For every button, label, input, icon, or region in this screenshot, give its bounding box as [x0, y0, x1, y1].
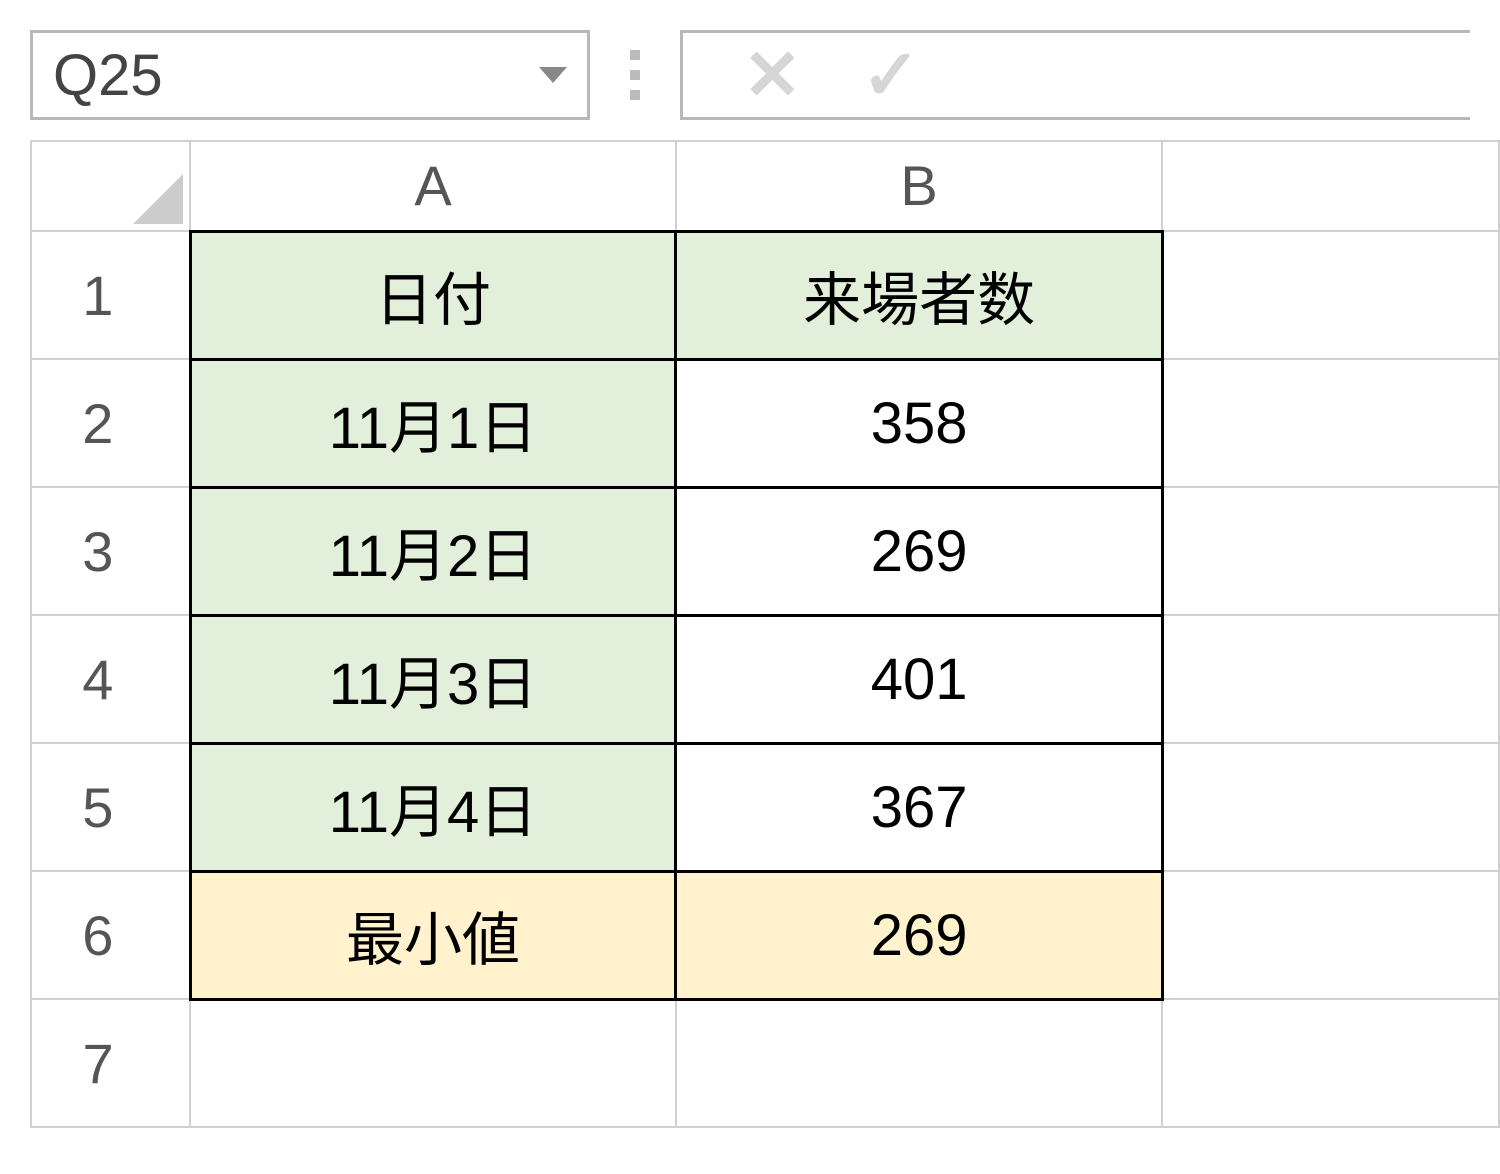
cell-A6[interactable]: 最小値 [190, 871, 676, 999]
select-all-button[interactable] [31, 141, 190, 231]
row-header-7[interactable]: 7 [31, 999, 190, 1127]
cell-C5[interactable] [1162, 743, 1499, 871]
cell-B6[interactable]: 269 [676, 871, 1162, 999]
column-header-C[interactable] [1162, 141, 1499, 231]
cell-C4[interactable] [1162, 615, 1499, 743]
cell-C7[interactable] [1162, 999, 1499, 1127]
cell-A2[interactable]: 11月1日 [190, 359, 676, 487]
name-box[interactable]: Q25 [30, 30, 590, 120]
row-header-6[interactable]: 6 [31, 871, 190, 999]
cell-B7[interactable] [676, 999, 1162, 1127]
row-header-5[interactable]: 5 [31, 743, 190, 871]
cancel-icon: ✕ [743, 40, 802, 110]
name-box-value: Q25 [53, 42, 163, 109]
formula-bar-separator [620, 50, 650, 100]
cell-C1[interactable] [1162, 231, 1499, 359]
cell-B5[interactable]: 367 [676, 743, 1162, 871]
cell-A4[interactable]: 11月3日 [190, 615, 676, 743]
column-header-A[interactable]: A [190, 141, 676, 231]
spreadsheet-grid[interactable]: A B 1 日付 来場者数 2 11月1日 358 3 11月2日 269 4 … [30, 140, 1500, 1128]
formula-input-area[interactable]: ✕ ✓ [680, 30, 1470, 120]
cell-A5[interactable]: 11月4日 [190, 743, 676, 871]
row-header-1[interactable]: 1 [31, 231, 190, 359]
formula-bar: Q25 ✕ ✓ [0, 0, 1500, 140]
column-header-B[interactable]: B [676, 141, 1162, 231]
enter-icon: ✓ [862, 40, 921, 110]
cell-B4[interactable]: 401 [676, 615, 1162, 743]
cell-B1[interactable]: 来場者数 [676, 231, 1162, 359]
cell-C6[interactable] [1162, 871, 1499, 999]
cell-C2[interactable] [1162, 359, 1499, 487]
cell-B2[interactable]: 358 [676, 359, 1162, 487]
row-header-3[interactable]: 3 [31, 487, 190, 615]
dropdown-icon[interactable] [539, 67, 567, 83]
cell-A3[interactable]: 11月2日 [190, 487, 676, 615]
cell-B3[interactable]: 269 [676, 487, 1162, 615]
row-header-2[interactable]: 2 [31, 359, 190, 487]
cell-A7[interactable] [190, 999, 676, 1127]
cell-C3[interactable] [1162, 487, 1499, 615]
cell-A1[interactable]: 日付 [190, 231, 676, 359]
row-header-4[interactable]: 4 [31, 615, 190, 743]
